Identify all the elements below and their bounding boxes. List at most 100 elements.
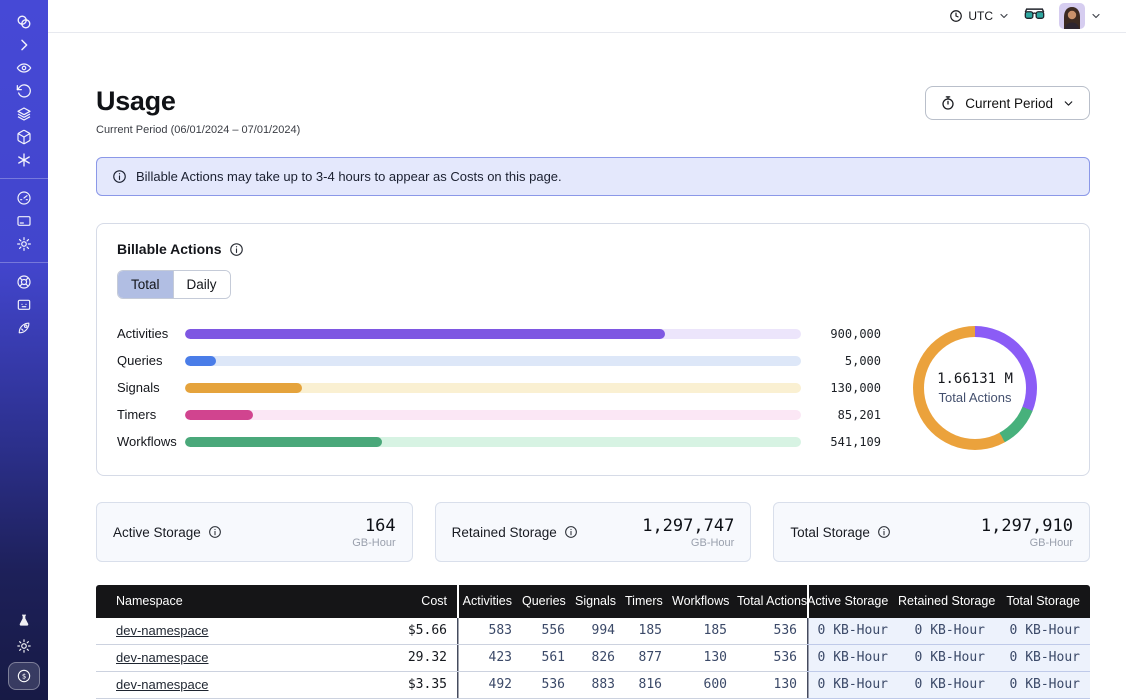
- bar-track: [185, 356, 801, 366]
- chevron-down-icon: [1062, 97, 1075, 110]
- cell-activities: 583: [457, 618, 522, 645]
- cell-total-actions: 536: [737, 618, 807, 645]
- total-daily-toggle: Total Daily: [117, 270, 231, 299]
- clock-icon: [949, 9, 963, 23]
- theme-sun-icon[interactable]: [0, 633, 48, 658]
- info-icon[interactable]: [564, 525, 578, 539]
- bar-value: 130,000: [819, 381, 881, 395]
- bar-track: [185, 329, 801, 339]
- dev-mode-glasses-icon[interactable]: [1024, 6, 1045, 26]
- bar-track: [185, 383, 801, 393]
- namespace-link[interactable]: dev-namespace: [116, 650, 209, 665]
- info-icon[interactable]: [877, 525, 891, 539]
- usage-gauge-icon[interactable]: [0, 186, 48, 209]
- info-icon[interactable]: [208, 525, 222, 539]
- timezone-selector[interactable]: UTC: [949, 9, 1010, 23]
- table-row: dev-namespace 29.32 423 561 826 877 130 …: [96, 645, 1090, 672]
- tab-total[interactable]: Total: [118, 271, 173, 298]
- col-header-active-storage: Active Storage: [807, 585, 898, 618]
- storage-cards: Active Storage 164 GB-Hour Retained Stor…: [96, 502, 1090, 562]
- account-menu[interactable]: [1059, 3, 1102, 29]
- cell-total-storage: 0 KB-Hour: [995, 672, 1090, 699]
- cell-workflows: 185: [672, 618, 737, 645]
- col-header-total-actions: Total Actions: [737, 585, 807, 618]
- col-header-queries: Queries: [522, 585, 575, 618]
- col-header-activities: Activities: [457, 585, 522, 618]
- usage-bar-row: Timers 85,201: [117, 401, 881, 428]
- cell-signals: 883: [575, 672, 625, 699]
- table-header-row: Namespace Cost Activities Queries Signal…: [96, 585, 1090, 618]
- bar-label: Activities: [117, 326, 183, 341]
- cell-queries: 556: [522, 618, 575, 645]
- cube-icon[interactable]: [0, 125, 48, 148]
- stopwatch-icon: [940, 95, 956, 111]
- retained-storage-unit: GB-Hour: [642, 537, 734, 549]
- cell-activities: 492: [457, 672, 522, 699]
- total-storage-card: Total Storage 1,297,910 GB-Hour: [773, 502, 1090, 562]
- cell-timers: 185: [625, 618, 672, 645]
- total-actions-donut: 1.66131 M Total Actions: [913, 326, 1037, 450]
- schedules-asterisk-icon[interactable]: [0, 148, 48, 171]
- info-icon[interactable]: [229, 242, 244, 257]
- billable-actions-card: Billable Actions Total Daily Activities …: [96, 223, 1090, 476]
- expand-sidebar-icon[interactable]: [0, 33, 48, 56]
- namespace-link[interactable]: dev-namespace: [116, 623, 209, 638]
- settings-gear-icon[interactable]: [0, 232, 48, 255]
- donut-center-value: 1.66131 M: [937, 371, 1013, 387]
- cell-queries: 561: [522, 645, 575, 672]
- usage-bar-row: Activities 900,000: [117, 320, 881, 347]
- cell-total-storage: 0 KB-Hour: [995, 645, 1090, 672]
- cell-retained-storage: 0 KB-Hour: [898, 645, 995, 672]
- period-select-button[interactable]: Current Period: [925, 86, 1090, 120]
- info-icon: [112, 169, 127, 184]
- namespace-link[interactable]: dev-namespace: [116, 677, 209, 692]
- topbar: UTC: [48, 0, 1126, 33]
- usage-bar-row: Queries 5,000: [117, 347, 881, 374]
- costs-coin-icon[interactable]: $: [8, 662, 40, 690]
- main-area: UTC Usage Current Period (06/01/2024 – 0…: [48, 0, 1126, 700]
- avatar: [1059, 3, 1085, 29]
- bar-label: Timers: [117, 407, 183, 422]
- banner-text: Billable Actions may take up to 3-4 hour…: [136, 169, 562, 184]
- info-banner: Billable Actions may take up to 3-4 hour…: [96, 157, 1090, 196]
- namespaces-eye-icon[interactable]: [0, 56, 48, 79]
- col-header-signals: Signals: [575, 585, 625, 618]
- bar-fill: [185, 356, 216, 366]
- table-row: dev-namespace $5.66 583 556 994 185 185 …: [96, 618, 1090, 645]
- sidebar: $: [0, 0, 48, 700]
- cell-active-storage: 0 KB-Hour: [807, 645, 898, 672]
- support-lifebuoy-icon[interactable]: [0, 270, 48, 293]
- cell-workflows: 600: [672, 672, 737, 699]
- col-header-cost: Cost: [357, 585, 457, 618]
- cell-queries: 536: [522, 672, 575, 699]
- sidebar-divider: [0, 262, 48, 263]
- cell-signals: 994: [575, 618, 625, 645]
- bar-value: 85,201: [819, 408, 881, 422]
- cell-active-storage: 0 KB-Hour: [807, 672, 898, 699]
- cell-timers: 877: [625, 645, 672, 672]
- history-icon[interactable]: [0, 79, 48, 102]
- temporal-logo-icon[interactable]: [0, 10, 48, 33]
- active-storage-label: Active Storage: [113, 525, 201, 540]
- retained-storage-value: 1,297,747: [642, 516, 734, 536]
- getting-started-rocket-icon[interactable]: [0, 316, 48, 339]
- usage-bar-row: Signals 130,000: [117, 374, 881, 401]
- feedback-console-icon[interactable]: [0, 293, 48, 316]
- namespace-usage-table: Namespace Cost Activities Queries Signal…: [96, 585, 1090, 700]
- usage-bar-row: Workflows 541,109: [117, 428, 881, 455]
- tab-daily[interactable]: Daily: [173, 271, 230, 298]
- cell-retained-storage: 0 KB-Hour: [898, 672, 995, 699]
- cell-total-actions: 536: [737, 645, 807, 672]
- svg-text:$: $: [22, 673, 26, 681]
- retained-storage-label: Retained Storage: [452, 525, 557, 540]
- labs-flask-icon[interactable]: [0, 608, 48, 633]
- bar-track: [185, 437, 801, 447]
- chevron-down-icon: [998, 10, 1010, 22]
- billable-actions-title: Billable Actions: [117, 241, 222, 257]
- cell-total-storage: 0 KB-Hour: [995, 618, 1090, 645]
- content: Usage Current Period (06/01/2024 – 07/01…: [48, 33, 1126, 700]
- layers-icon[interactable]: [0, 102, 48, 125]
- retained-storage-card: Retained Storage 1,297,747 GB-Hour: [435, 502, 752, 562]
- total-storage-unit: GB-Hour: [981, 537, 1073, 549]
- billing-card-icon[interactable]: [0, 209, 48, 232]
